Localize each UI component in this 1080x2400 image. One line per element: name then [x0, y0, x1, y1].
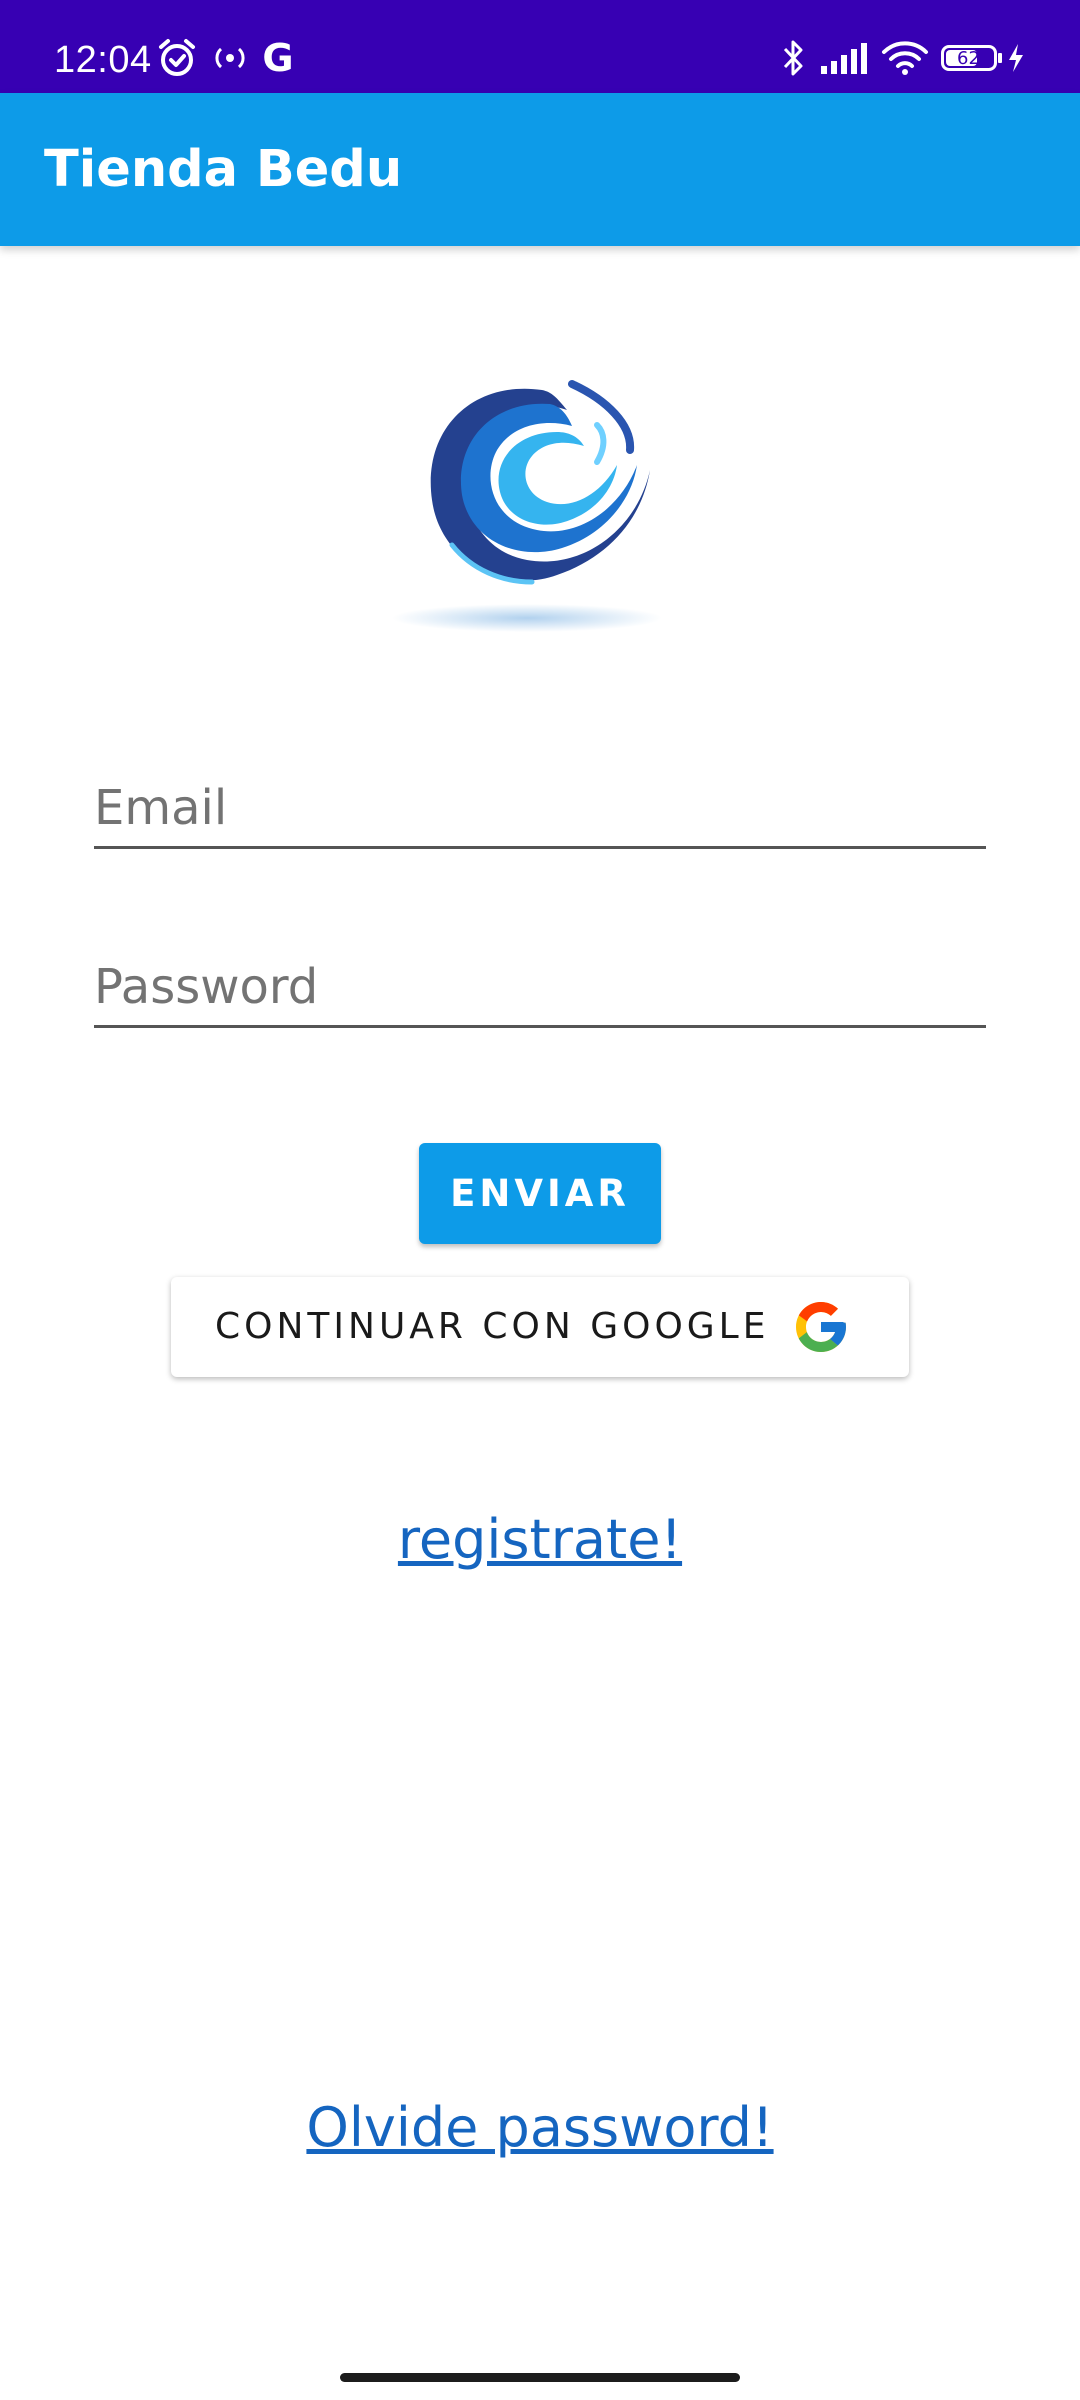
login-screen: 12:04 G 62 Tienda Bedu Email ENVIAR CONT… [0, 0, 1080, 2400]
home-indicator[interactable] [340, 2373, 740, 2382]
google-signin-button[interactable]: CONTINUAR CON GOOGLE [171, 1277, 909, 1377]
hotspot-icon [208, 36, 252, 80]
battery-icon: 62 [940, 36, 1002, 80]
app-bar: Tienda Bedu [0, 93, 1080, 246]
alarm-icon [155, 36, 199, 80]
register-link[interactable]: registrate! [0, 1508, 1080, 1572]
wave-logo-icon [392, 370, 672, 640]
forgot-password-link[interactable]: Olvide password! [0, 2096, 1080, 2160]
status-time: 12:04 [54, 39, 152, 81]
bluetooth-icon [776, 36, 812, 80]
battery-level: 62 [957, 47, 980, 69]
google-signin-label: CONTINUAR CON GOOGLE [215, 1306, 770, 1347]
password-field[interactable] [94, 925, 986, 1028]
email-field[interactable] [94, 746, 986, 849]
submit-button[interactable]: ENVIAR [419, 1143, 661, 1244]
charging-icon [1004, 36, 1028, 80]
wifi-icon [880, 36, 930, 80]
google-icon: G [262, 36, 294, 80]
google-g-icon [796, 1302, 846, 1352]
signal-icon [818, 36, 870, 80]
status-bar: 12:04 G 62 [0, 0, 1080, 93]
app-title: Tienda Bedu [44, 140, 403, 199]
password-input[interactable] [94, 959, 986, 1015]
email-input[interactable] [94, 780, 986, 836]
